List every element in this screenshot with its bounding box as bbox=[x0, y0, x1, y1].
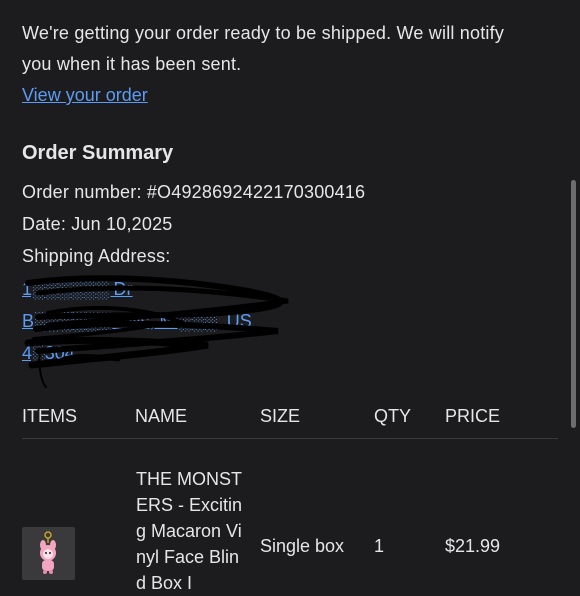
item-name: THE MONSTERS - Exciting Macaron Vinyl Fa… bbox=[136, 469, 243, 593]
scrollbar[interactable] bbox=[571, 180, 576, 428]
intro-line-2: you when it has been sent. bbox=[22, 54, 242, 74]
order-date: Date: Jun 10,2025 bbox=[22, 214, 173, 234]
shipping-address-label: Shipping Address: bbox=[22, 246, 171, 266]
item-qty: 1 bbox=[374, 536, 385, 556]
plush-keychain-icon[interactable] bbox=[22, 527, 75, 580]
address-line-2[interactable]: B░░░░░░ Hills, Mi░░░, US bbox=[22, 306, 252, 337]
email-body: We're getting your order ready to be shi… bbox=[22, 18, 562, 593]
view-order-link[interactable]: View your order bbox=[22, 80, 148, 111]
item-price: $21.99 bbox=[445, 536, 501, 556]
address-line-1[interactable]: 1░░░░░░ Dr bbox=[22, 274, 133, 305]
header-name: NAME bbox=[135, 406, 188, 426]
header-qty: QTY bbox=[374, 406, 412, 426]
table-divider bbox=[22, 438, 558, 439]
intro-line-1: We're getting your order ready to be shi… bbox=[22, 23, 505, 43]
item-size: Single box bbox=[260, 536, 345, 556]
header-size: SIZE bbox=[260, 406, 301, 426]
order-number: Order number: #O4928692422170300416 bbox=[22, 182, 366, 202]
address-line-3[interactable]: 4░304 bbox=[22, 338, 75, 369]
header-price: PRICE bbox=[445, 406, 501, 426]
order-summary-heading: Order Summary bbox=[22, 142, 174, 164]
header-items: ITEMS bbox=[22, 406, 78, 426]
